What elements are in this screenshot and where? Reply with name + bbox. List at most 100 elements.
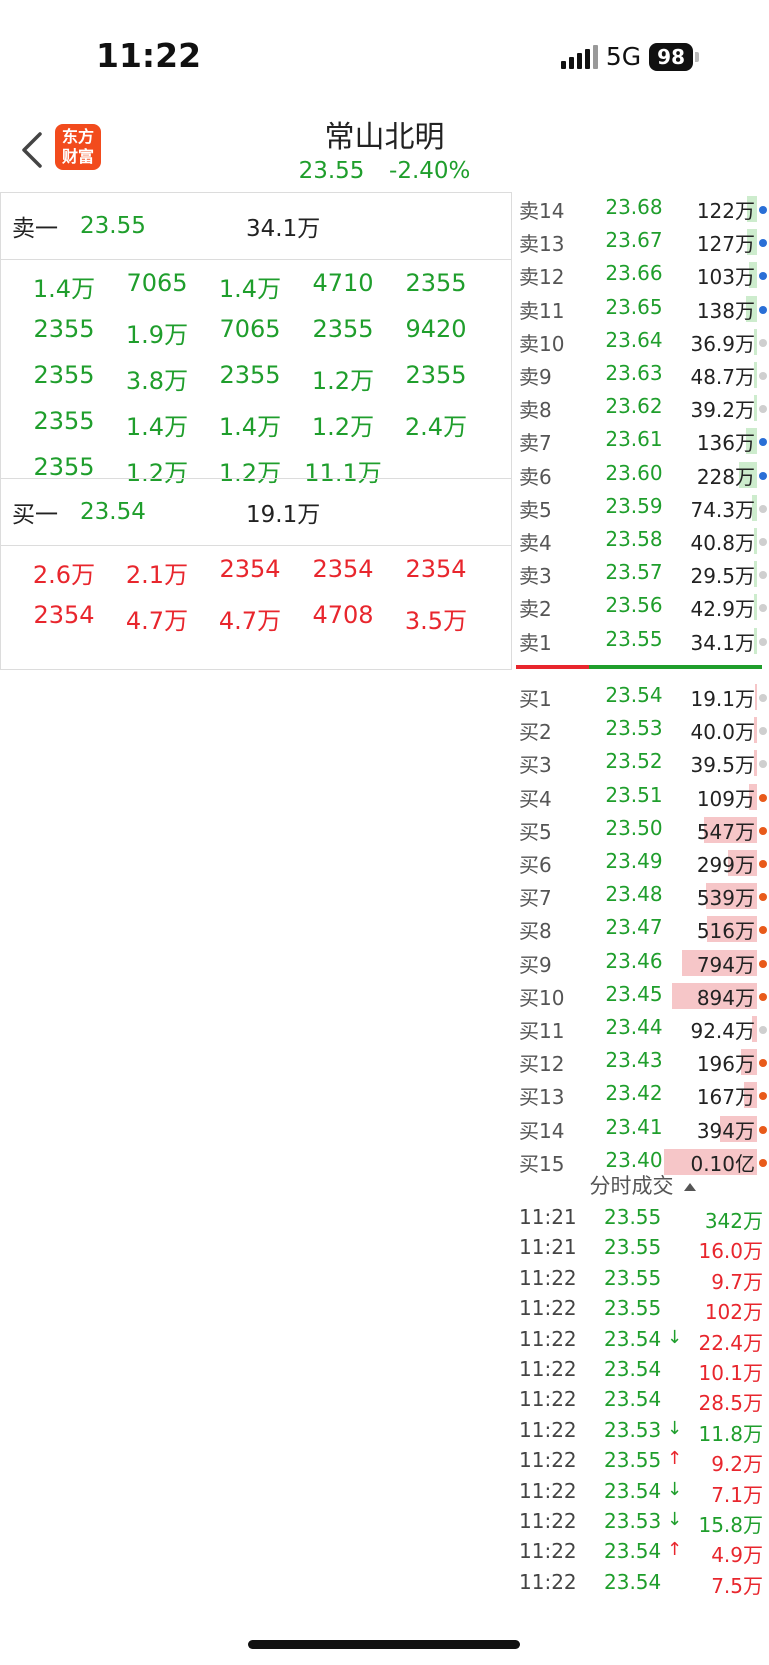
ask-level-row[interactable]: 卖11 23.65 138万 <box>516 292 769 325</box>
ask-level-row[interactable]: 卖14 23.68 122万 <box>516 192 769 225</box>
ask-level-row[interactable]: 卖6 23.60 228万 <box>516 458 769 491</box>
level-price: 23.65 <box>605 294 663 319</box>
queue-order: 3.8万 <box>125 367 189 395</box>
ask-level-row[interactable]: 卖8 23.62 39.2万 <box>516 391 769 424</box>
arrow-down-icon: ↓ <box>667 1326 683 1348</box>
level-label: 卖12 <box>519 265 565 290</box>
bid-level-row[interactable]: 买5 23.50 547万 <box>516 813 769 846</box>
tick-row: 11:22 23.55 ↑ 9.2万 <box>516 1448 769 1478</box>
home-indicator[interactable] <box>248 1640 520 1649</box>
caret-up-icon <box>683 1183 696 1191</box>
bid-level-row[interactable]: 买11 23.44 92.4万 <box>516 1012 769 1045</box>
volume-bar <box>755 684 757 710</box>
level-price: 23.58 <box>605 527 663 551</box>
level-label: 买9 <box>519 952 552 977</box>
level-label: 买8 <box>519 919 552 944</box>
status-dot-icon <box>759 959 767 968</box>
level-volume: 136万 <box>696 431 755 456</box>
level-label: 买12 <box>519 1052 565 1077</box>
bid1-volume: 19.1万 <box>246 502 321 528</box>
level-volume: 40.0万 <box>690 720 755 745</box>
ask-level-row[interactable]: 卖10 23.64 36.9万 <box>516 325 769 358</box>
queue-order: 2355 <box>33 315 95 343</box>
queue-order: 1.4万 <box>125 413 189 441</box>
bid-level-row[interactable]: 买14 23.41 394万 <box>516 1112 769 1145</box>
bid-level-row[interactable]: 买9 23.46 794万 <box>516 946 769 979</box>
queue-order: 7065 <box>219 315 281 343</box>
ask-level-row[interactable]: 卖12 23.66 103万 <box>516 258 769 291</box>
queue-order: 2355 <box>405 361 467 389</box>
queue-order: 4710 <box>312 269 374 297</box>
status-dot-icon <box>759 1092 767 1101</box>
status-dot-icon <box>759 272 767 281</box>
status-dot-icon <box>759 694 767 702</box>
level-label: 买5 <box>519 819 552 844</box>
status-dot-icon <box>759 604 767 613</box>
level-volume: 516万 <box>696 919 755 944</box>
status-dot-icon <box>759 727 767 736</box>
bid-level-row[interactable]: 买13 23.42 167万 <box>516 1078 769 1111</box>
tick-price: 23.55 <box>604 1265 662 1290</box>
queue-order: 2354 <box>219 555 281 583</box>
queue-order: 2355 <box>33 453 95 481</box>
bid-level-row[interactable]: 买4 23.51 109万 <box>516 780 769 813</box>
bid-level-row[interactable]: 买3 23.52 39.5万 <box>516 746 769 779</box>
level-price: 23.53 <box>605 716 663 741</box>
level-label: 卖10 <box>519 331 565 356</box>
sell-ratio <box>589 665 762 669</box>
queue-order: 1.2万 <box>311 413 375 441</box>
level-volume: 19.1万 <box>690 687 755 711</box>
bid-level-row[interactable]: 买12 23.43 196万 <box>516 1045 769 1078</box>
level-price: 23.41 <box>605 1114 663 1139</box>
tick-time: 11:22 <box>519 1296 577 1321</box>
level-label: 卖8 <box>519 398 552 423</box>
tick-time: 11:21 <box>519 1235 577 1260</box>
ask-level-row[interactable]: 卖7 23.61 136万 <box>516 424 769 457</box>
level-volume: 29.5万 <box>690 564 755 589</box>
tick-row: 11:21 23.55 342万 <box>516 1205 769 1235</box>
ticks-toggle[interactable]: 分时成交 <box>516 1170 769 1200</box>
stock-price-line: 23.55 -2.40% <box>0 158 769 184</box>
queue-order: 4708 <box>312 601 374 629</box>
ask-level-row[interactable]: 卖13 23.67 127万 <box>516 225 769 258</box>
level-price: 23.45 <box>605 981 663 1006</box>
queue-order: 2355 <box>33 361 95 389</box>
bid-level-row[interactable]: 买8 23.47 516万 <box>516 912 769 945</box>
tick-price: 23.54 <box>604 1569 662 1594</box>
tick-volume: 342万 <box>704 1209 763 1233</box>
queue-order: 2355 <box>312 315 374 343</box>
ask1-queue-grid: 1.4万 7065 1.4万 4710 2355 2355 1.9万 7065 2355 9420… <box>1 259 511 487</box>
status-dot-icon <box>759 1059 767 1068</box>
tick-price: 23.54 <box>604 1478 662 1503</box>
buy-ratio <box>516 665 589 669</box>
tick-time: 11:22 <box>519 1357 577 1381</box>
tick-volume: 102万 <box>704 1300 763 1325</box>
queue-order: 2.4万 <box>404 413 468 441</box>
tick-time: 11:22 <box>519 1387 577 1412</box>
queue-order: 2354 <box>312 555 374 583</box>
tick-price: 23.55 <box>604 1235 662 1260</box>
level-price: 23.51 <box>605 782 663 807</box>
bid-level-row[interactable]: 买2 23.53 40.0万 <box>516 713 769 746</box>
ask-level-row[interactable]: 卖1 23.55 34.1万 <box>516 624 769 657</box>
ask-level-row[interactable]: 卖9 23.63 48.7万 <box>516 358 769 391</box>
bid-level-row[interactable]: 买10 23.45 894万 <box>516 979 769 1012</box>
bid-level-row[interactable]: 买1 23.54 19.1万 <box>516 680 769 713</box>
level-price: 23.44 <box>605 1015 663 1039</box>
level-label: 买13 <box>519 1085 565 1110</box>
bid-level-row[interactable]: 买7 23.48 539万 <box>516 879 769 912</box>
level-volume: 539万 <box>696 886 755 911</box>
arrow-down-icon: ↓ <box>667 1478 683 1500</box>
ask-level-row[interactable]: 卖5 23.59 74.3万 <box>516 491 769 524</box>
order-queue-panel: 卖一 23.55 34.1万 1.4万 7065 1.4万 4710 2355 2355 1… <box>0 192 512 670</box>
tick-row: 11:22 23.54 10.1万 <box>516 1357 769 1387</box>
ask-level-row[interactable]: 卖3 23.57 29.5万 <box>516 557 769 590</box>
level-label: 卖9 <box>519 365 552 389</box>
bid-level-row[interactable]: 买6 23.49 299万 <box>516 846 769 879</box>
ask-level-row[interactable]: 卖4 23.58 40.8万 <box>516 524 769 557</box>
queue-order: 1.2万 <box>311 367 375 395</box>
level-label: 买1 <box>519 687 552 711</box>
ask-level-row[interactable]: 卖2 23.56 42.9万 <box>516 590 769 623</box>
signal-icon <box>560 44 598 69</box>
level-price: 23.66 <box>605 261 663 286</box>
